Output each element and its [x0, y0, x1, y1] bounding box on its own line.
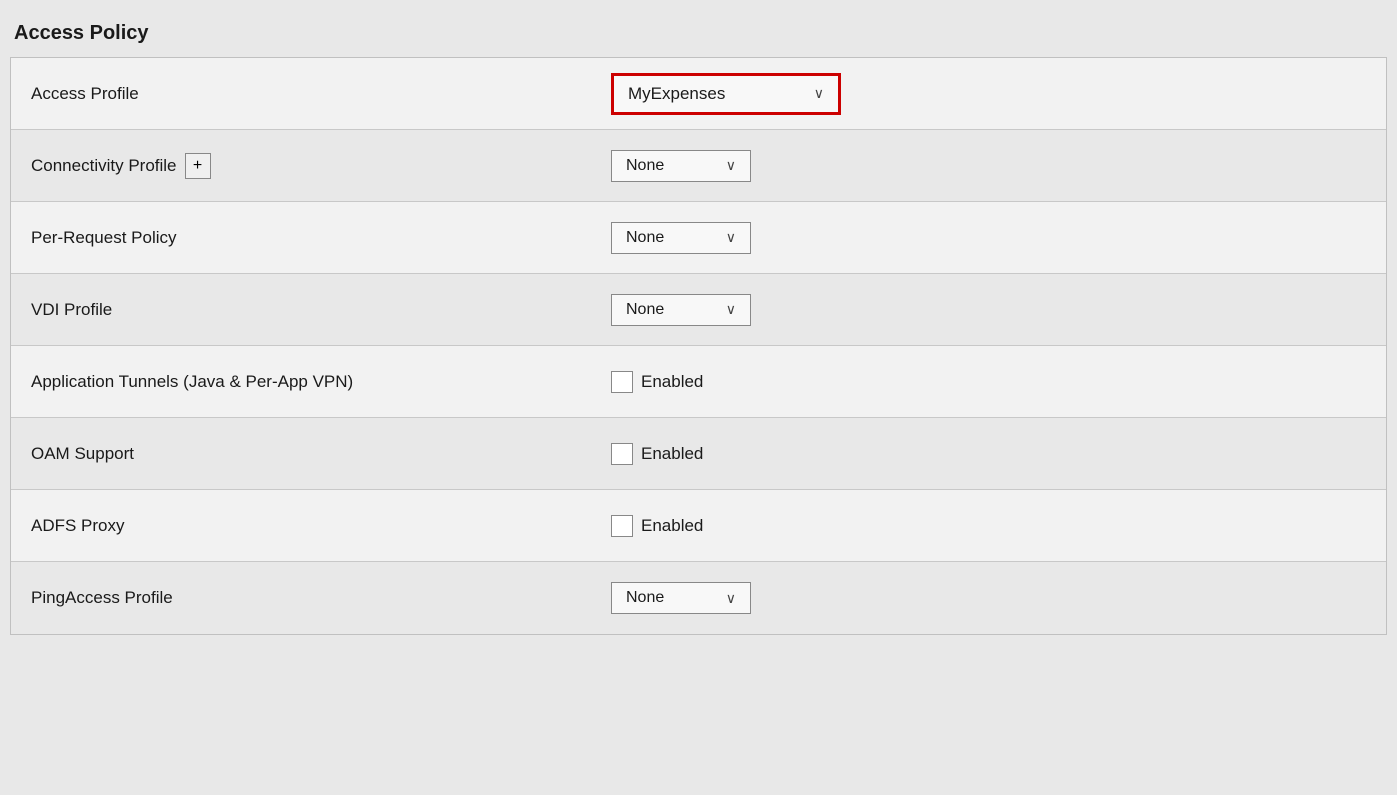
oam-support-enabled-label: Enabled: [641, 444, 703, 464]
adfs-proxy-enabled-label: Enabled: [641, 516, 703, 536]
table-row: VDI Profile None ∨: [11, 274, 1386, 346]
oam-support-checkbox[interactable]: [611, 443, 633, 465]
application-tunnels-checkbox-wrap[interactable]: Enabled: [611, 371, 703, 393]
access-profile-label: Access Profile: [11, 70, 591, 118]
access-profile-value: MyExpenses ∨: [591, 59, 1386, 129]
section-title: Access Policy: [10, 10, 1387, 57]
pingaccess-profile-label: PingAccess Profile: [11, 574, 591, 622]
page-container: Access Policy Access Profile MyExpenses …: [0, 0, 1397, 795]
access-policy-table: Access Profile MyExpenses ∨ Connectivity…: [10, 57, 1387, 635]
application-tunnels-label-text: Application Tunnels (Java & Per-App VPN): [31, 372, 353, 392]
vdi-profile-label-text: VDI Profile: [31, 300, 112, 320]
connectivity-profile-label-text: Connectivity Profile: [31, 156, 177, 176]
table-row: Connectivity Profile + None ∨: [11, 130, 1386, 202]
vdi-profile-label: VDI Profile: [11, 286, 591, 334]
pingaccess-profile-select[interactable]: None ∨: [611, 582, 751, 614]
adfs-proxy-checkbox[interactable]: [611, 515, 633, 537]
adfs-proxy-checkbox-wrap[interactable]: Enabled: [611, 515, 703, 537]
chevron-down-icon: ∨: [726, 590, 736, 607]
connectivity-profile-select-value: None: [626, 157, 664, 175]
application-tunnels-label: Application Tunnels (Java & Per-App VPN): [11, 358, 591, 406]
connectivity-profile-select[interactable]: None ∨: [611, 150, 751, 182]
oam-support-value: Enabled: [591, 429, 1386, 479]
adfs-proxy-value: Enabled: [591, 501, 1386, 551]
adfs-proxy-label-text: ADFS Proxy: [31, 516, 125, 536]
application-tunnels-checkbox[interactable]: [611, 371, 633, 393]
connectivity-profile-label: Connectivity Profile +: [11, 139, 591, 193]
vdi-profile-select[interactable]: None ∨: [611, 294, 751, 326]
table-row: ADFS Proxy Enabled: [11, 490, 1386, 562]
pingaccess-profile-value: None ∨: [591, 568, 1386, 628]
oam-support-checkbox-wrap[interactable]: Enabled: [611, 443, 703, 465]
per-request-policy-select-value: None: [626, 229, 664, 247]
chevron-down-icon: ∨: [726, 301, 736, 318]
chevron-down-icon: ∨: [726, 157, 736, 174]
chevron-down-icon: ∨: [814, 85, 824, 102]
application-tunnels-value: Enabled: [591, 357, 1386, 407]
per-request-policy-value: None ∨: [591, 208, 1386, 268]
vdi-profile-value: None ∨: [591, 280, 1386, 340]
table-row: Access Profile MyExpenses ∨: [11, 58, 1386, 130]
connectivity-profile-value: None ∨: [591, 136, 1386, 196]
oam-support-label-text: OAM Support: [31, 444, 134, 464]
application-tunnels-enabled-label: Enabled: [641, 372, 703, 392]
chevron-down-icon: ∨: [726, 229, 736, 246]
table-row: OAM Support Enabled: [11, 418, 1386, 490]
table-row: Per-Request Policy None ∨: [11, 202, 1386, 274]
connectivity-profile-plus-button[interactable]: +: [185, 153, 211, 179]
access-profile-select[interactable]: MyExpenses ∨: [611, 73, 841, 115]
per-request-policy-label: Per-Request Policy: [11, 214, 591, 262]
pingaccess-profile-label-text: PingAccess Profile: [31, 588, 173, 608]
table-row: PingAccess Profile None ∨: [11, 562, 1386, 634]
access-profile-label-text: Access Profile: [31, 84, 139, 104]
per-request-policy-label-text: Per-Request Policy: [31, 228, 177, 248]
adfs-proxy-label: ADFS Proxy: [11, 502, 591, 550]
pingaccess-profile-select-value: None: [626, 589, 664, 607]
table-row: Application Tunnels (Java & Per-App VPN)…: [11, 346, 1386, 418]
vdi-profile-select-value: None: [626, 301, 664, 319]
oam-support-label: OAM Support: [11, 430, 591, 478]
access-profile-select-value: MyExpenses: [628, 84, 725, 104]
per-request-policy-select[interactable]: None ∨: [611, 222, 751, 254]
